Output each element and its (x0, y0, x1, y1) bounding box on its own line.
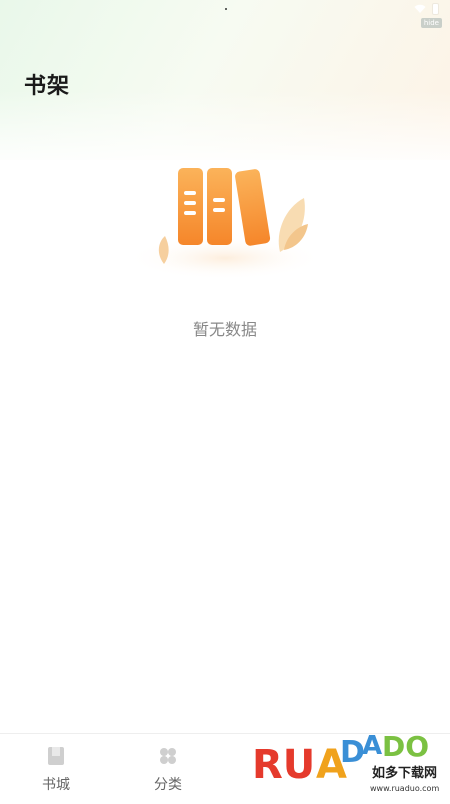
status-bar: hide (0, 0, 450, 28)
battery-icon (433, 4, 438, 14)
header-fade (0, 90, 450, 170)
status-tag: hide (420, 18, 442, 28)
empty-message: 暂无数据 (192, 320, 257, 339)
tab-category-label: 分类 (154, 777, 182, 793)
book-icon (48, 747, 64, 765)
svg-text:DO: DO (382, 730, 429, 763)
wifi-icon (414, 4, 426, 13)
watermark-logo: RU A D A DO 如多下载网 www.ruaduo.com (250, 722, 450, 800)
tab-bookstore-label: 书城 (42, 777, 70, 793)
tab-bookstore[interactable]: 书城 (0, 734, 112, 800)
svg-text:A: A (362, 731, 382, 761)
category-icon (160, 748, 176, 764)
tab-category[interactable]: 分类 (112, 734, 224, 800)
empty-bookshelf-illustration (120, 160, 330, 290)
svg-text:如多下载网: 如多下载网 (372, 765, 437, 781)
camera-dot-icon (225, 8, 227, 10)
page-title: 书架 (24, 74, 71, 99)
svg-text:RU: RU (252, 742, 315, 788)
svg-text:www.ruaduo.com: www.ruaduo.com (370, 784, 439, 793)
